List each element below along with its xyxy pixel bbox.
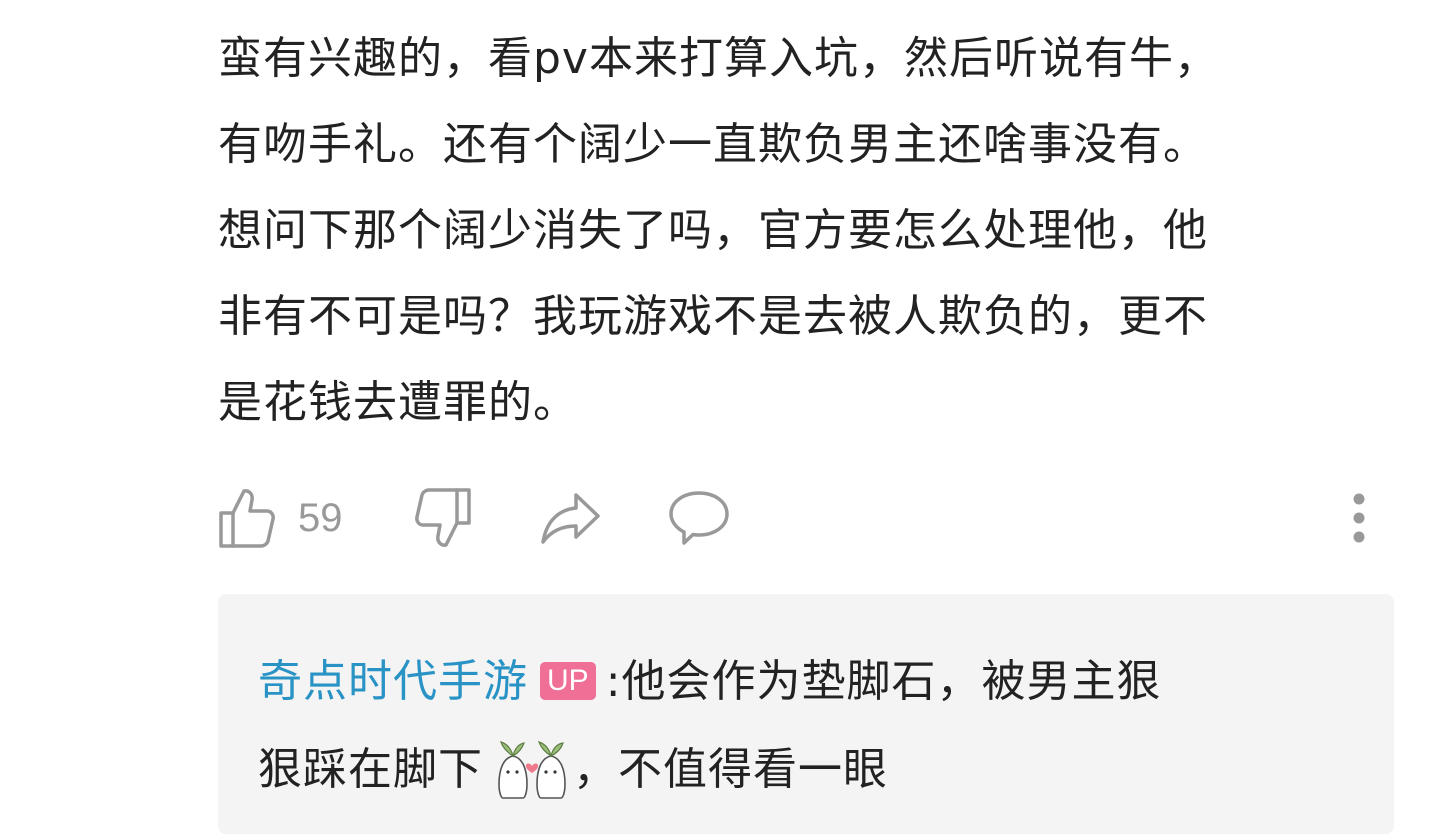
- reply-button[interactable]: [668, 486, 730, 550]
- comment-action-bar: 59: [218, 486, 1398, 550]
- comment-line: 蛮有兴趣的，看pv本来打算入坑，然后听说有牛，: [218, 33, 1219, 84]
- comment-body: 蛮有兴趣的，看pv本来打算入坑，然后听说有牛， 有吻手礼。还有个阔少一直欺负男主…: [218, 16, 1398, 446]
- reply-text: ，不值得看一眼: [573, 744, 888, 795]
- more-vertical-icon: [1353, 493, 1365, 543]
- thumbs-up-icon: [219, 489, 275, 548]
- reply-text: 狠踩在脚下: [258, 744, 483, 795]
- comment-line: 非有不可是吗？我玩游戏不是去被人欺负的，更不: [218, 291, 1208, 342]
- reply-author-name[interactable]: 奇点时代手游: [258, 656, 528, 707]
- up-badge: UP: [540, 662, 596, 700]
- reply-line: 狠踩在脚下 ，不值得看一眼: [258, 726, 1338, 814]
- comment-line: 有吻手礼。还有个阔少一直欺负男主还啥事没有。: [218, 119, 1208, 170]
- reply-line: 奇点时代手游 UP:他会作为垫脚石，被男主狠: [258, 638, 1338, 726]
- comment-line: 是花钱去遭罪的。: [218, 377, 578, 428]
- comment-line: 想问下那个阔少消失了吗，官方要怎么处理他，他: [218, 205, 1208, 256]
- share-icon: [541, 493, 600, 544]
- couple-emoji-icon: [498, 741, 566, 799]
- comment-icon: [669, 491, 729, 545]
- like-button[interactable]: 59: [218, 486, 343, 550]
- reply-preview[interactable]: 奇点时代手游 UP:他会作为垫脚石，被男主狠 狠踩在脚下 ，不值得看一眼: [218, 594, 1394, 834]
- more-options-button[interactable]: [1352, 486, 1366, 550]
- thumbs-down-icon: [415, 488, 471, 547]
- reply-text: 他会作为垫脚石，被男主狠: [621, 656, 1162, 707]
- share-button[interactable]: [540, 486, 602, 550]
- reply-content: 奇点时代手游 UP:他会作为垫脚石，被男主狠 狠踩在脚下 ，不值得看一眼: [258, 638, 1338, 814]
- reply-colon: :: [605, 656, 622, 707]
- like-count: 59: [298, 495, 343, 540]
- dislike-button[interactable]: [414, 486, 472, 550]
